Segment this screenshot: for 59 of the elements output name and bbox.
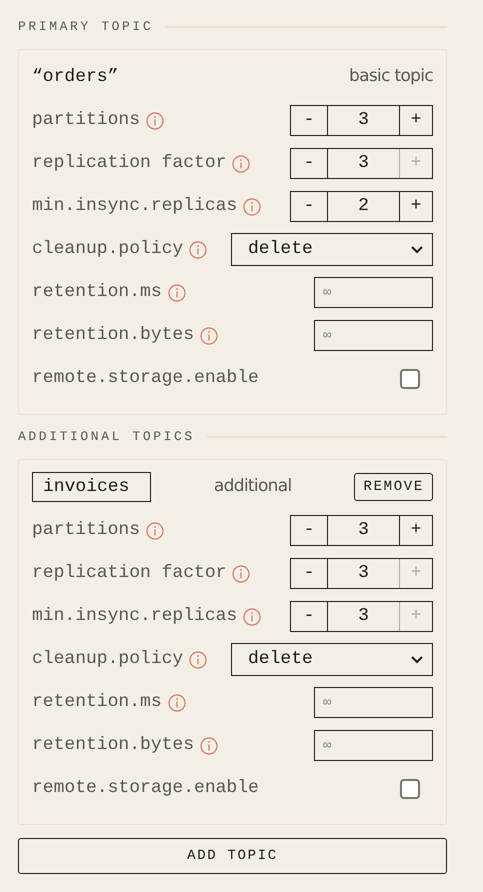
stepper-value: 3: [357, 562, 370, 585]
info-icon[interactable]: [146, 522, 164, 540]
decrement-button[interactable]: -: [291, 559, 328, 588]
decrement-button[interactable]: -: [291, 192, 328, 221]
setting-label: retention.bytes: [32, 324, 194, 347]
setting-label: retention.ms: [32, 281, 162, 304]
info-icon[interactable]: [200, 326, 218, 344]
increment-button[interactable]: +: [399, 192, 432, 221]
topic-tag: additional: [214, 474, 292, 500]
setting-label: min.insync.replicas: [32, 605, 238, 628]
policy-select[interactable]: delete: [231, 643, 433, 676]
section-heading: PRIMARY TOPIC: [18, 18, 154, 36]
chevron-down-icon: [410, 244, 424, 254]
stepper-value: 3: [357, 605, 370, 628]
info-icon[interactable]: [189, 240, 208, 258]
stepper-value: 2: [357, 195, 370, 218]
policy-select[interactable]: delete: [231, 233, 433, 266]
setting-label: remote.storage.enable: [32, 367, 259, 390]
info-icon[interactable]: [232, 564, 250, 582]
increment-button[interactable]: +: [399, 516, 432, 545]
setting-label: cleanup.policy: [32, 238, 184, 261]
info-icon[interactable]: [200, 736, 218, 754]
checkbox[interactable]: [400, 368, 420, 388]
input-field[interactable]: ∞: [314, 730, 433, 761]
checkbox[interactable]: [400, 778, 420, 798]
info-icon[interactable]: [168, 694, 186, 712]
stepper-value: 3: [357, 109, 370, 132]
add-topic-button[interactable]: ADD TOPIC: [18, 838, 447, 874]
topic-name: “orders”: [32, 66, 118, 88]
decrement-button[interactable]: -: [291, 106, 328, 135]
setting-label: partitions: [32, 519, 140, 542]
increment-button[interactable]: +: [399, 106, 432, 135]
chevron-down-icon: [410, 654, 424, 664]
setting-label: min.insync.replicas: [32, 195, 238, 218]
info-icon[interactable]: [243, 608, 262, 626]
decrement-button[interactable]: -: [291, 149, 328, 178]
setting-label: partitions: [32, 109, 140, 132]
setting-label: cleanup.policy: [32, 648, 184, 671]
decrement-button[interactable]: -: [291, 602, 328, 631]
stepper-value: 3: [357, 152, 370, 175]
section-heading: ADDITIONAL TOPICS: [18, 428, 195, 446]
info-icon[interactable]: [232, 154, 250, 172]
input-field[interactable]: ∞: [314, 320, 433, 351]
input-field[interactable]: ∞: [314, 687, 433, 718]
setting-label: remote.storage.enable: [32, 777, 259, 800]
remove-button[interactable]: REMOVE: [354, 473, 433, 501]
decrement-button[interactable]: -: [291, 516, 328, 545]
info-icon[interactable]: [168, 284, 186, 302]
info-icon[interactable]: [243, 198, 262, 216]
info-icon[interactable]: [189, 650, 208, 668]
stepper-value: 3: [357, 519, 370, 542]
input-field[interactable]: ∞: [314, 277, 433, 308]
setting-label: replication factor: [32, 562, 226, 585]
topic-name-field[interactable]: invoices: [32, 472, 151, 502]
topic-tag: basic topic: [349, 64, 433, 90]
info-icon[interactable]: [146, 112, 164, 130]
setting-label: retention.ms: [32, 691, 162, 714]
setting-label: replication factor: [32, 152, 226, 175]
setting-label: retention.bytes: [32, 734, 194, 757]
